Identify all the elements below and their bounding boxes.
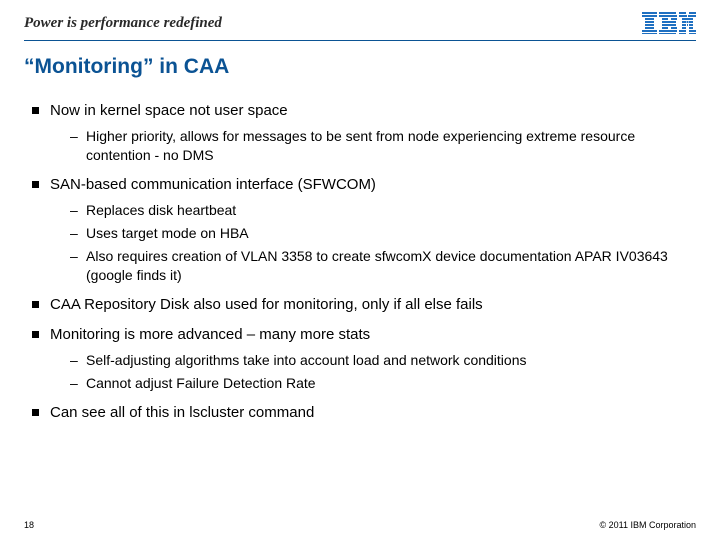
sub-list: Higher priority, allows for messages to … [50, 127, 696, 165]
copyright: © 2011 IBM Corporation [599, 520, 696, 530]
bullet-text: Can see all of this in lscluster command [50, 404, 314, 421]
bullet-item: Now in kernel space not user space Highe… [32, 101, 696, 165]
bullet-text: CAA Repository Disk also used for monito… [50, 296, 483, 313]
slide-title: “Monitoring” in CAA [24, 55, 696, 79]
bullet-item: Can see all of this in lscluster command [32, 403, 696, 423]
bullet-item: CAA Repository Disk also used for monito… [32, 295, 696, 315]
sub-list: Replaces disk heartbeat Uses target mode… [50, 201, 696, 285]
bullet-list: Now in kernel space not user space Highe… [24, 101, 696, 423]
bullet-text: SAN-based communication interface (SFWCO… [50, 176, 376, 193]
sub-item: Uses target mode on HBA [70, 224, 696, 243]
header: Power is performance redefined [24, 12, 696, 41]
page-number: 18 [24, 520, 34, 530]
content-area: Now in kernel space not user space Highe… [24, 101, 696, 423]
bullet-item: SAN-based communication interface (SFWCO… [32, 175, 696, 285]
bullet-text: Monitoring is more advanced – many more … [50, 326, 370, 343]
bullet-item: Monitoring is more advanced – many more … [32, 325, 696, 393]
footer: 18 © 2011 IBM Corporation [24, 520, 696, 530]
bullet-text: Now in kernel space not user space [50, 102, 288, 119]
sub-list: Self-adjusting algorithms take into acco… [50, 351, 696, 393]
sub-item: Self-adjusting algorithms take into acco… [70, 351, 696, 370]
ibm-logo-icon [642, 12, 696, 34]
tagline: Power is performance redefined [24, 15, 222, 32]
sub-item: Replaces disk heartbeat [70, 201, 696, 220]
sub-item: Cannot adjust Failure Detection Rate [70, 374, 696, 393]
sub-item: Higher priority, allows for messages to … [70, 127, 696, 165]
sub-item: Also requires creation of VLAN 3358 to c… [70, 247, 696, 285]
